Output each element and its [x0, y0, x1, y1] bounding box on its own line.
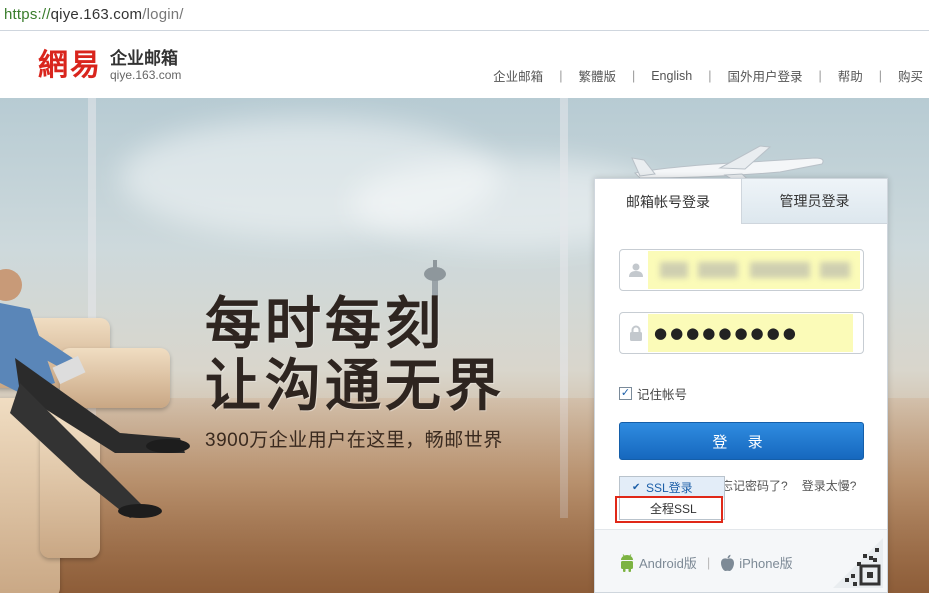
login-button[interactable]: 登 录 — [619, 422, 864, 460]
nav-help[interactable]: 帮助 — [838, 66, 863, 85]
tab-admin-login[interactable]: 管理员登录 — [741, 179, 887, 224]
nav-separator: | — [708, 68, 712, 83]
iphone-app-link[interactable]: iPhone版 — [720, 553, 793, 572]
android-app-link[interactable]: Android版 — [619, 553, 697, 572]
nav-traditional[interactable]: 繁體版 — [578, 66, 616, 85]
username-redacted — [820, 262, 850, 278]
remember-checkbox[interactable]: ✓ — [619, 387, 632, 400]
help-links: 忘记密码了? 登录太慢? — [721, 477, 856, 494]
site-header: 網易 企业邮箱 qiye.163.com 企业邮箱 | 繁體版 | Englis… — [0, 31, 929, 98]
logo-title: 企业邮箱 — [110, 49, 178, 69]
netease-logo-mark: 網易 — [38, 48, 102, 83]
top-nav: 企业邮箱 | 繁體版 | English | 国外用户登录 | 帮助 | 购买 — [493, 66, 923, 85]
login-tabs: 邮箱帐号登录 管理员登录 — [595, 179, 887, 224]
login-slow-link[interactable]: 登录太慢? — [802, 477, 857, 494]
logo[interactable]: 網易 企业邮箱 qiye.163.com — [38, 46, 181, 86]
address-bar[interactable]: https://qiye.163.com/login/ — [0, 0, 929, 31]
username-redacted — [750, 262, 810, 278]
apps-separator: | — [706, 555, 711, 570]
tab-mailbox-login[interactable]: 邮箱帐号登录 — [595, 179, 741, 224]
nav-english[interactable]: English — [651, 69, 692, 83]
nav-separator: | — [559, 68, 563, 83]
apple-icon — [721, 554, 735, 571]
nav-buy[interactable]: 购买 — [898, 66, 923, 85]
remember-account[interactable]: ✓ 记住帐号 — [619, 384, 687, 403]
mobile-apps-bar: Android版 | iPhone版 — [595, 529, 887, 592]
slogan-line-2: 让沟通无界 — [205, 353, 505, 419]
businessman-image — [0, 269, 190, 518]
iphone-app-label: iPhone版 — [739, 556, 793, 571]
url-path: /login/ — [142, 6, 184, 23]
forgot-password-link[interactable]: 忘记密码了? — [721, 477, 788, 494]
url-scheme: https:// — [4, 6, 51, 23]
remember-label: 记住帐号 — [637, 388, 688, 402]
android-app-label: Android版 — [639, 556, 697, 571]
logo-subtitle: qiye.163.com — [110, 67, 182, 82]
highlight-annotation-box — [615, 496, 723, 523]
url-text[interactable]: https://qiye.163.com/login/ — [4, 6, 184, 23]
nav-overseas-login[interactable]: 国外用户登录 — [727, 66, 802, 85]
username-redacted — [698, 262, 738, 278]
lock-icon — [630, 325, 642, 341]
nav-separator: | — [631, 68, 636, 83]
user-icon — [629, 263, 643, 277]
url-host: qiye.163.com — [50, 6, 143, 23]
hero-slogan: 每时每刻 让沟通无界 3900万企业用户在这里，畅邮世界 — [205, 293, 505, 452]
check-icon: ✔ — [632, 482, 641, 493]
nav-separator: | — [818, 68, 822, 83]
username-field[interactable] — [619, 249, 864, 291]
login-panel: 邮箱帐号登录 管理员登录 ✓ 记住帐号 登 录 忘记密码了? 登录太慢? ✔ — [594, 178, 888, 593]
ssl-option-ssl-login[interactable]: ✔ SSL登录 — [620, 477, 724, 498]
slogan-line-1: 每时每刻 — [205, 291, 445, 357]
android-icon — [621, 553, 633, 572]
slogan-subtitle: 3900万企业用户在这里，畅邮世界 — [205, 430, 503, 451]
password-field[interactable] — [619, 312, 864, 354]
username-redacted — [660, 262, 688, 278]
qr-code-icon[interactable] — [833, 538, 883, 588]
nav-enterprise-mail[interactable]: 企业邮箱 — [493, 66, 543, 85]
nav-separator: | — [878, 68, 882, 83]
password-input[interactable] — [654, 319, 854, 347]
